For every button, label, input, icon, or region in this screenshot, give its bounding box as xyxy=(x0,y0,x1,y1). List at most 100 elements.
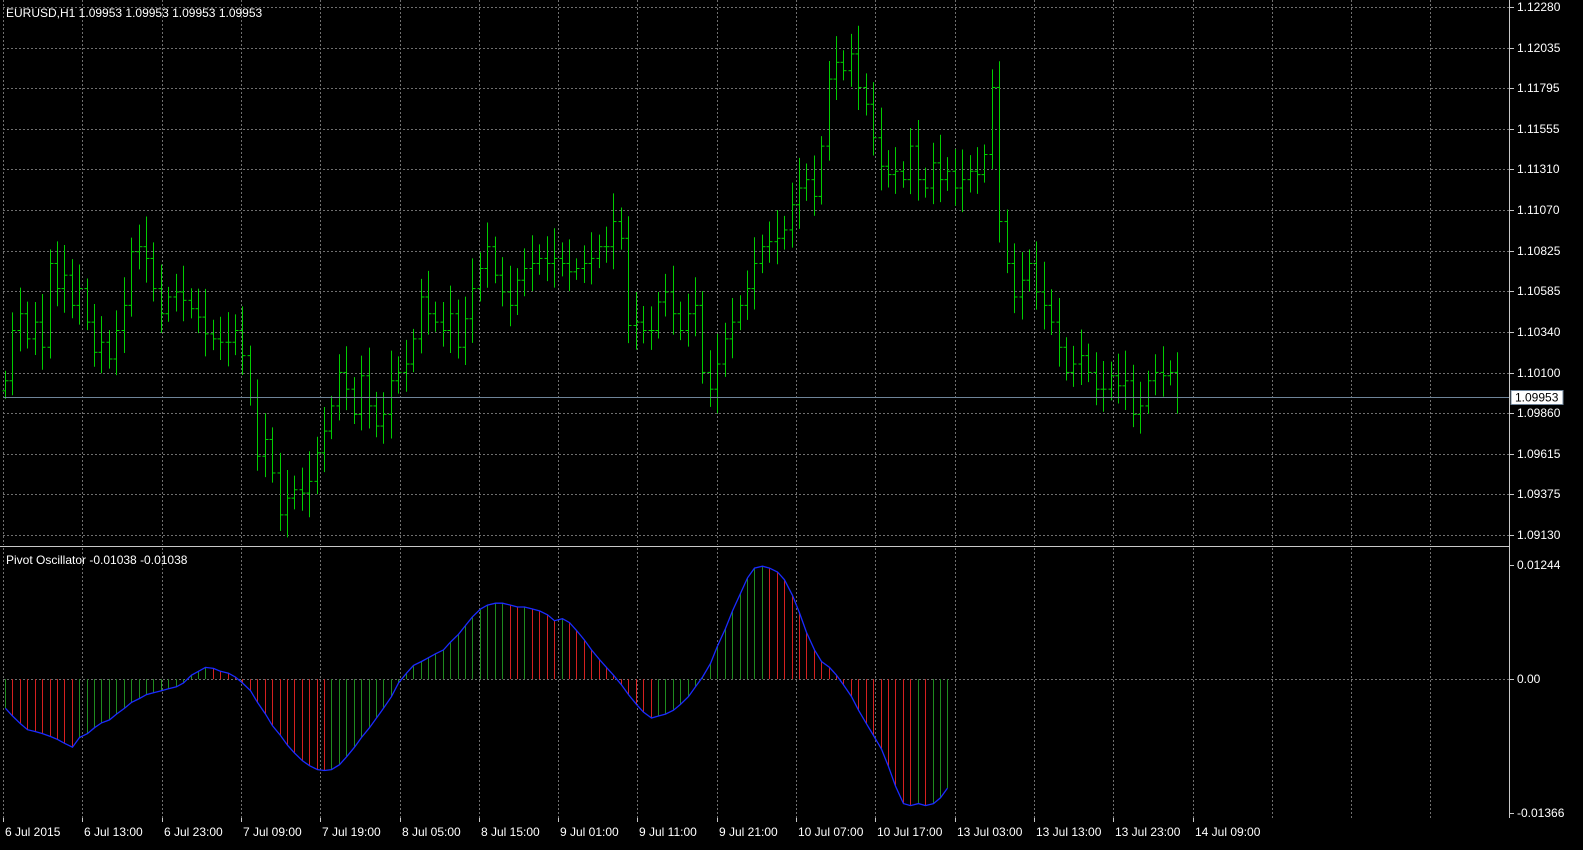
price-bar xyxy=(121,277,128,354)
price-bar xyxy=(180,265,187,322)
price-tick-label: 1.12280 xyxy=(1517,0,1561,14)
price-bar xyxy=(84,278,91,331)
price-bar xyxy=(544,236,551,282)
price-bar xyxy=(952,149,959,206)
price-bar xyxy=(1070,345,1077,387)
price-bar xyxy=(707,350,714,407)
price-bar xyxy=(136,224,143,270)
price-bar xyxy=(484,222,491,288)
price-bar xyxy=(633,291,640,350)
price-bar xyxy=(1122,350,1129,410)
price-tick-label: 1.09860 xyxy=(1517,406,1561,420)
price-bar xyxy=(655,291,662,339)
price-bar xyxy=(1130,364,1137,428)
price-bar xyxy=(158,264,165,334)
price-tick-label: 1.10340 xyxy=(1517,325,1561,339)
price-bar xyxy=(32,302,39,355)
price-bars-series xyxy=(2,25,1181,538)
time-tick-label: 9 Jul 21:00 xyxy=(719,825,778,839)
price-bar xyxy=(551,228,558,288)
price-bar xyxy=(892,147,899,194)
price-bar xyxy=(188,288,195,319)
time-tick-label: 13 Jul 03:00 xyxy=(957,825,1023,839)
price-bar xyxy=(410,328,417,373)
price-bar xyxy=(937,134,944,203)
price-bar xyxy=(1078,329,1085,385)
price-bar xyxy=(573,258,580,280)
price-bar xyxy=(1056,297,1063,367)
indicator-title: Pivot Oscillator -0.01038 -0.01038 xyxy=(6,553,188,567)
price-bar xyxy=(98,316,105,374)
price-bar xyxy=(729,297,736,359)
price-bar xyxy=(685,293,692,347)
price-bar xyxy=(440,302,447,347)
price-bar xyxy=(944,157,951,191)
price-bar xyxy=(128,237,135,317)
price-bar xyxy=(878,107,885,191)
price-bar xyxy=(1145,370,1152,414)
price-bar xyxy=(269,427,276,483)
price-bar xyxy=(677,301,684,341)
price-bar xyxy=(76,264,83,325)
price-bar xyxy=(974,147,981,194)
price-bar xyxy=(596,234,603,269)
price-tick-label: 1.10100 xyxy=(1517,366,1561,380)
price-bar xyxy=(254,379,261,471)
price-bar xyxy=(559,242,566,277)
price-bar xyxy=(24,301,31,349)
osc-tick-label: 0.01244 xyxy=(1517,558,1561,572)
price-bar xyxy=(202,288,209,357)
price-bar xyxy=(848,33,855,87)
price-bar xyxy=(358,355,365,431)
price-bar xyxy=(447,285,454,354)
price-bar xyxy=(648,306,655,350)
price-bar xyxy=(811,155,818,216)
time-tick-label: 9 Jul 01:00 xyxy=(560,825,619,839)
price-bar xyxy=(581,245,588,283)
price-bar xyxy=(351,377,358,424)
time-tick-label: 9 Jul 11:00 xyxy=(639,825,697,839)
price-bar xyxy=(61,245,68,313)
price-bar xyxy=(981,144,988,183)
chart-canvas[interactable]: 1.12280 1.12035 1.11795 1.11555 1.11310 1.110… xyxy=(0,0,1583,850)
price-bar xyxy=(1167,360,1174,386)
price-bar xyxy=(818,136,825,205)
price-tick-label: 1.09375 xyxy=(1517,487,1561,501)
price-bar xyxy=(833,36,840,100)
price-bar xyxy=(210,319,217,351)
price-bar xyxy=(1115,353,1122,404)
price-bar xyxy=(492,236,499,284)
current-price-value: 1.09953 xyxy=(1515,391,1559,405)
price-bar xyxy=(247,345,254,406)
price-bar xyxy=(1100,361,1107,412)
price-bar xyxy=(306,451,313,518)
price-bar xyxy=(225,312,232,367)
price-bar xyxy=(469,258,476,343)
price-bar xyxy=(432,301,439,332)
time-tick-label: 10 Jul 17:00 xyxy=(877,825,943,839)
chart-title: EURUSD,H1 1.09953 1.09953 1.09953 1.0995… xyxy=(6,6,263,20)
price-bar xyxy=(930,142,937,205)
price-bar xyxy=(855,25,862,110)
price-bar xyxy=(106,330,113,369)
time-tick-label: 6 Jul 23:00 xyxy=(164,825,223,839)
price-bar xyxy=(328,395,335,440)
price-axis-ticks: 1.12280 1.12035 1.11795 1.11555 1.11310 1.110… xyxy=(1509,0,1561,542)
price-bar xyxy=(610,193,617,270)
price-bar xyxy=(766,221,773,263)
price-bar xyxy=(232,314,239,356)
price-bar xyxy=(373,391,380,438)
price-bar xyxy=(989,69,996,169)
price-bar xyxy=(863,73,870,116)
price-bar xyxy=(1085,343,1092,383)
price-tick-label: 1.11070 xyxy=(1517,203,1560,217)
osc-tick-label: -0.01366 xyxy=(1517,806,1565,820)
time-axis-ticks: 6 Jul 2015 6 Jul 13:00 6 Jul 23:00 7 Jul 09… xyxy=(3,818,1261,839)
price-bar xyxy=(915,119,922,201)
price-bar xyxy=(366,347,373,429)
price-bar xyxy=(618,207,625,250)
price-bar xyxy=(1019,252,1026,320)
price-tick-label: 1.11795 xyxy=(1517,81,1560,95)
price-bar xyxy=(507,265,514,327)
price-bar xyxy=(774,210,781,265)
